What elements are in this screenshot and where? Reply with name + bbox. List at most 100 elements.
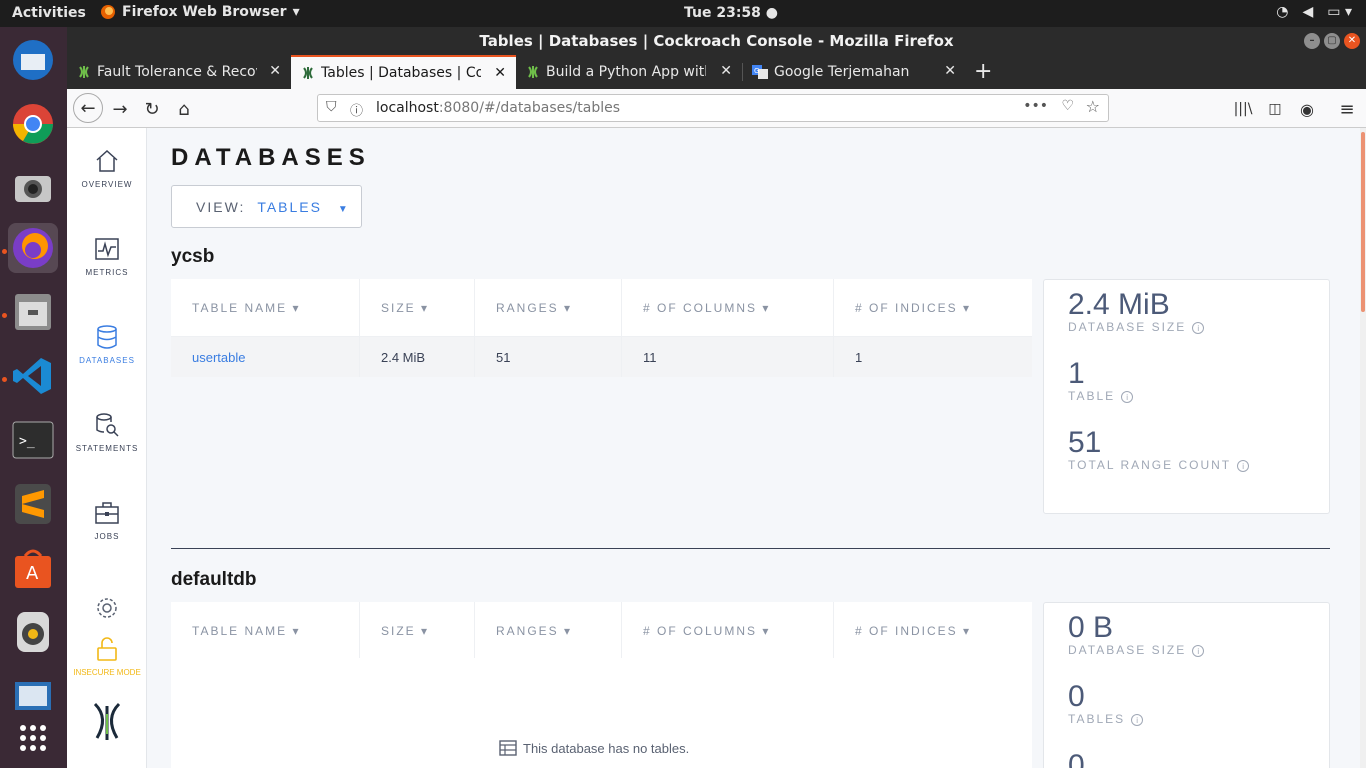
metric-label: DATABASE SIZE	[1068, 643, 1187, 657]
database-size-metric: 0 B DATABASE SIZE i	[1068, 611, 1205, 657]
reload-button[interactable]: ↻	[139, 96, 165, 122]
minimize-button[interactable]: –	[1304, 33, 1320, 49]
pocket-icon[interactable]: ♡	[1061, 98, 1074, 114]
column-header-columns[interactable]: # OF COLUMNS ▾	[622, 279, 834, 336]
home-icon	[96, 149, 118, 172]
forward-button[interactable]: →	[107, 96, 133, 122]
dock-thunderbird[interactable]	[8, 35, 58, 85]
info-icon[interactable]: i	[1237, 460, 1250, 472]
view-dropdown[interactable]: VIEW: TABLES ▼	[171, 185, 362, 228]
url-bar[interactable]: ⛉ ⓘ localhost:8080/#/databases/tables ••…	[317, 94, 1109, 122]
column-header-ranges[interactable]: RANGES ▾	[475, 279, 622, 336]
library-icon: |||\	[1233, 101, 1253, 117]
page-scrollbar[interactable]	[1360, 128, 1366, 768]
tab-label: Build a Python App with	[546, 64, 706, 80]
sidebar-item-databases[interactable]: DATABASES	[67, 324, 147, 365]
cockroach-logo[interactable]	[67, 700, 147, 750]
column-header-table-name[interactable]: TABLE NAME ▾	[171, 602, 360, 659]
caret-down-icon: ▼	[337, 204, 350, 215]
briefcase-icon	[95, 502, 119, 524]
table-header: TABLE NAME ▾ SIZE ▾ RANGES ▾ # OF COLUMN…	[171, 602, 1032, 660]
dock-files[interactable]	[8, 287, 58, 337]
sidebar-item-label: OVERVIEW	[81, 180, 133, 189]
bookmark-star-icon[interactable]: ☆	[1086, 97, 1100, 116]
info-icon[interactable]: i	[1131, 714, 1144, 726]
system-tray[interactable]: ◔ ◀ ▭ ▾	[1276, 4, 1352, 20]
menu-button[interactable]: ≡	[1334, 96, 1360, 122]
close-tab-icon[interactable]: ✕	[944, 63, 956, 79]
account-icon: ◉	[1300, 99, 1314, 119]
metric-value: 2.4 MiB	[1068, 288, 1170, 321]
tab-python-app[interactable]: Build a Python App with ✕	[516, 55, 742, 89]
close-tab-icon[interactable]: ✕	[494, 65, 506, 81]
shield-icon[interactable]: ⛉	[326, 99, 337, 115]
app-grid-icon	[20, 725, 46, 751]
maximize-button[interactable]: ▢	[1324, 33, 1340, 49]
page-content: OVERVIEW METRICS DATABASES STATEMENTS JO…	[67, 128, 1366, 768]
info-icon[interactable]: i	[1192, 322, 1205, 334]
page-actions-icon[interactable]: •••	[1023, 98, 1048, 114]
metric-value: 0	[1068, 680, 1085, 713]
sidebar-item-metrics[interactable]: METRICS	[67, 236, 147, 277]
app-menu-label: Firefox Web Browser	[122, 4, 287, 20]
database-table-ycsb: TABLE NAME ▾ SIZE ▾ RANGES ▾ # OF COLUMN…	[171, 279, 1032, 377]
dock-app-grid[interactable]	[8, 713, 58, 763]
arrow-left-icon: ←	[80, 97, 96, 119]
dock-software[interactable]: A	[8, 543, 58, 593]
info-icon[interactable]: i	[1121, 391, 1134, 403]
table-columns: 11	[622, 337, 834, 377]
library-button[interactable]: |||\	[1230, 96, 1256, 122]
column-header-table-name[interactable]: TABLE NAME ▾	[171, 279, 360, 336]
column-header-ranges[interactable]: RANGES ▾	[475, 602, 622, 659]
close-tab-icon[interactable]: ✕	[720, 63, 732, 79]
running-indicator	[2, 313, 7, 318]
dock-rhythmbox[interactable]	[8, 607, 58, 657]
insecure-mode-indicator[interactable]: INSECURE MODE	[67, 636, 147, 677]
running-indicator	[2, 249, 7, 254]
close-tab-icon[interactable]: ✕	[269, 63, 281, 79]
dock-chrome[interactable]	[8, 99, 58, 149]
new-tab-button[interactable]: +	[974, 59, 992, 84]
info-icon[interactable]: ⓘ	[350, 100, 363, 119]
tab-tables-databases[interactable]: Tables | Databases | Cock ✕	[291, 55, 516, 89]
sidebar-item-statements[interactable]: STATEMENTS	[67, 412, 147, 453]
dock-camera[interactable]	[8, 163, 58, 213]
table-name-link[interactable]: usertable	[171, 337, 360, 377]
metric-label: TABLE	[1068, 389, 1116, 403]
sidebar-item-jobs[interactable]: JOBS	[67, 500, 147, 541]
dock-vscode[interactable]	[8, 351, 58, 401]
metric-value: 0	[1068, 749, 1085, 768]
tab-fault-tolerance[interactable]: Fault Tolerance & Recove ✕	[67, 55, 291, 89]
range-count-metric: 0	[1068, 749, 1085, 768]
settings-button[interactable]	[67, 596, 147, 626]
metric-label: TABLES	[1068, 712, 1126, 726]
dock-sublime[interactable]	[8, 479, 58, 529]
tab-google-translate[interactable]: G Google Terjemahan ✕	[742, 55, 966, 89]
file-cabinet-icon	[15, 294, 51, 330]
clock[interactable]: Tue 23:58 ●	[684, 5, 778, 21]
database-name: ycsb	[171, 246, 215, 267]
activities-button[interactable]: Activities	[12, 5, 86, 21]
app-menu[interactable]: Firefox Web Browser ▾	[100, 4, 300, 20]
column-header-size[interactable]: SIZE ▾	[360, 279, 475, 336]
home-button[interactable]: ⌂	[171, 96, 197, 122]
database-search-icon	[96, 413, 119, 437]
account-button[interactable]: ◉	[1294, 96, 1320, 122]
column-header-indices[interactable]: # OF INDICES ▾	[834, 602, 1032, 659]
dock-terminal[interactable]: >_	[8, 415, 58, 465]
column-header-size[interactable]: SIZE ▾	[360, 602, 475, 659]
sidebar-button[interactable]: ◫	[1262, 96, 1288, 122]
info-icon[interactable]: i	[1192, 645, 1205, 657]
tab-label: Google Terjemahan	[774, 64, 910, 80]
section-divider	[171, 548, 1330, 549]
close-window-button[interactable]: ✕	[1344, 33, 1360, 49]
scrollbar-thumb[interactable]	[1361, 132, 1365, 312]
column-header-indices[interactable]: # OF INDICES ▾	[834, 279, 1032, 336]
back-button[interactable]: ←	[73, 93, 103, 123]
camera-icon	[15, 176, 51, 202]
sidebar-item-overview[interactable]: OVERVIEW	[67, 148, 147, 189]
database-name: defaultdb	[171, 569, 257, 590]
wifi-icon: ◔	[1276, 4, 1289, 20]
column-header-columns[interactable]: # OF COLUMNS ▾	[622, 602, 834, 659]
dock-firefox[interactable]	[8, 223, 58, 273]
